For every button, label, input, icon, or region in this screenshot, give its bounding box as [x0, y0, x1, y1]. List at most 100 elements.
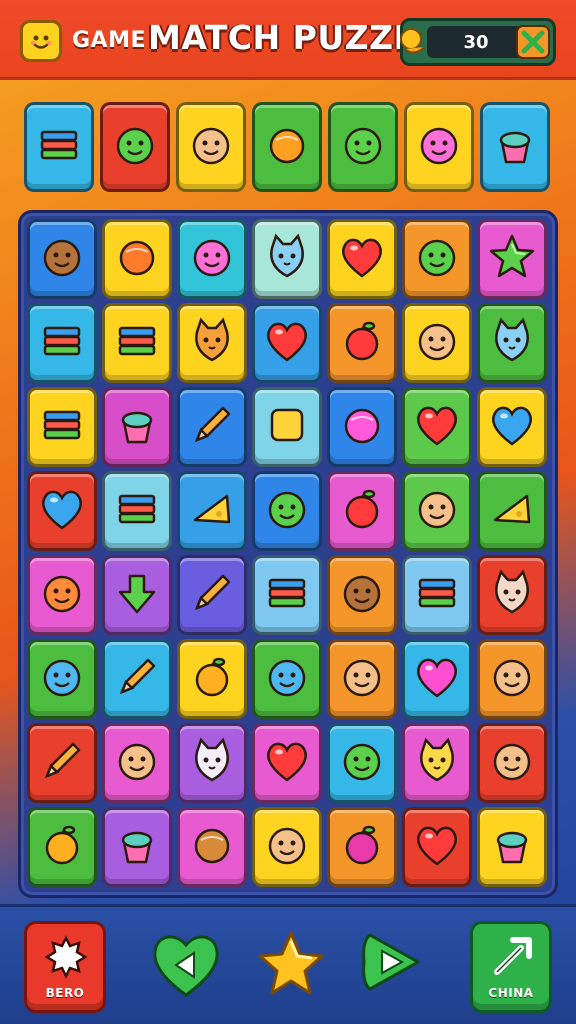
harp-icon	[37, 736, 87, 790]
board-tile[interactable]	[102, 807, 172, 887]
top-tile[interactable]	[404, 102, 474, 192]
board-tile[interactable]	[402, 807, 472, 887]
coin-hand-icon	[397, 25, 431, 63]
green-pea-icon	[337, 736, 387, 790]
heart-potion-icon	[337, 232, 387, 286]
board-tile[interactable]	[327, 555, 397, 635]
board-tile[interactable]	[477, 807, 547, 887]
board-tile[interactable]	[477, 555, 547, 635]
board-tile[interactable]	[477, 303, 547, 383]
board-tile[interactable]	[177, 555, 247, 635]
board-tile[interactable]	[102, 471, 172, 551]
pencil-icon	[187, 400, 237, 454]
board-tile[interactable]	[327, 303, 397, 383]
blue-blob-icon	[262, 652, 312, 706]
board-tile[interactable]	[27, 807, 97, 887]
top-tile[interactable]	[24, 102, 94, 192]
board-tile[interactable]	[102, 555, 172, 635]
board-tile[interactable]	[477, 639, 547, 719]
board-tile[interactable]	[177, 303, 247, 383]
top-tile[interactable]	[100, 102, 170, 192]
green-play-icon[interactable]	[356, 927, 426, 1001]
board-tile[interactable]	[177, 219, 247, 299]
board-tile[interactable]	[402, 303, 472, 383]
star-icon	[487, 232, 537, 286]
page-title: MATCH PUZZLE	[148, 18, 439, 57]
board-tile[interactable]	[402, 723, 472, 803]
hat-man-icon	[487, 736, 537, 790]
board-tile[interactable]	[102, 639, 172, 719]
board-tile[interactable]	[177, 387, 247, 467]
board-tile[interactable]	[27, 303, 97, 383]
board-tile[interactable]	[477, 219, 547, 299]
board-tile[interactable]	[102, 723, 172, 803]
blue-heart-icon	[37, 484, 87, 538]
board-tile[interactable]	[102, 303, 172, 383]
top-tile[interactable]	[176, 102, 246, 192]
board-tile[interactable]	[252, 219, 322, 299]
boy-face-icon	[487, 652, 537, 706]
red-heart-icon	[412, 400, 462, 454]
puppy-face-icon	[487, 568, 537, 622]
board-tile[interactable]	[177, 639, 247, 719]
board-tile[interactable]	[27, 555, 97, 635]
pot-face-icon	[112, 736, 162, 790]
board-tile[interactable]	[27, 387, 97, 467]
orange-face-icon	[37, 568, 87, 622]
bero-button[interactable]: BERO	[24, 921, 106, 1013]
board-tile[interactable]	[402, 471, 472, 551]
board-tile[interactable]	[252, 303, 322, 383]
board-tile[interactable]	[27, 639, 97, 719]
board-tile[interactable]	[252, 471, 322, 551]
pickaxe-icon	[487, 932, 537, 986]
puzzle-board	[18, 210, 558, 898]
green-heart-back-icon[interactable]	[148, 927, 224, 1007]
header-bar: GAME MATCH PUZZLE 30	[0, 0, 576, 80]
board-tile[interactable]	[327, 723, 397, 803]
board-tile[interactable]	[252, 639, 322, 719]
board-tile[interactable]	[177, 723, 247, 803]
board-tile[interactable]	[327, 387, 397, 467]
pink-drop-icon	[337, 400, 387, 454]
books-stack-icon	[112, 484, 162, 538]
board-tile[interactable]	[477, 723, 547, 803]
top-tile[interactable]	[480, 102, 550, 192]
board-tile[interactable]	[252, 555, 322, 635]
board-tile[interactable]	[327, 639, 397, 719]
board-tile[interactable]	[252, 807, 322, 887]
board-tile[interactable]	[402, 219, 472, 299]
board-tile[interactable]	[477, 471, 547, 551]
heart-frame-icon	[412, 820, 462, 874]
board-tile[interactable]	[177, 471, 247, 551]
apple-icon	[337, 484, 387, 538]
board-tile[interactable]	[477, 387, 547, 467]
berry-icon	[337, 820, 387, 874]
fox-face-icon	[187, 316, 237, 370]
board-tile[interactable]	[177, 807, 247, 887]
board-tile[interactable]	[102, 387, 172, 467]
board-tile[interactable]	[102, 219, 172, 299]
bowl-icon	[112, 820, 162, 874]
board-tile[interactable]	[252, 723, 322, 803]
white-cat-icon	[187, 736, 237, 790]
top-tile[interactable]	[328, 102, 398, 192]
ball-icon	[112, 232, 162, 286]
crossed-tools-icon[interactable]	[515, 24, 551, 64]
board-tile[interactable]	[327, 807, 397, 887]
board-tile[interactable]	[27, 471, 97, 551]
blue-cat-face-icon	[487, 316, 537, 370]
board-tile[interactable]	[327, 219, 397, 299]
book-shelf-icon	[112, 316, 162, 370]
china-button[interactable]: CHINA	[470, 921, 552, 1013]
board-tile[interactable]	[27, 723, 97, 803]
board-tile[interactable]	[402, 555, 472, 635]
board-tile[interactable]	[27, 219, 97, 299]
board-tile[interactable]	[327, 471, 397, 551]
board-tile[interactable]	[402, 639, 472, 719]
board-tile[interactable]	[402, 387, 472, 467]
gold-star-icon[interactable]	[256, 929, 326, 1003]
smiley-face-icon[interactable]	[20, 20, 62, 62]
green-arrow-icon	[112, 568, 162, 622]
top-tile[interactable]	[252, 102, 322, 192]
board-tile[interactable]	[252, 387, 322, 467]
